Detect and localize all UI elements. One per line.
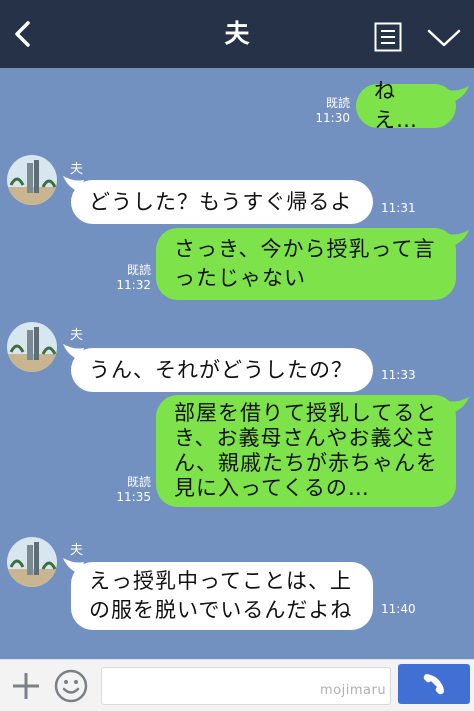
message-bubble[interactable]: えっ授乳中ってことは、上 の服を脱いでいるんだよね [71,562,373,630]
read-receipt: 既読 [325,96,350,110]
call-button[interactable] [398,664,470,704]
message-time: 11:31 [381,201,416,215]
chat-header: 夫 [0,0,474,68]
chat-title: 夫 [224,19,250,48]
sender-name: 夫 [70,162,84,177]
message-bubble[interactable]: 部屋を借りて授乳してると き、お義母さんやお義父さ ん、親戚たちが赤ちゃんを 見… [156,395,456,507]
avatar[interactable] [7,155,57,205]
message-text: さっき、今から授乳って言 ったじゃない [174,237,436,290]
message-bubble[interactable]: ねえ… [356,79,456,132]
read-receipt: 既読 [126,475,151,489]
plus-icon[interactable] [10,670,42,702]
avatar-image [7,322,57,372]
phone-icon [423,674,444,695]
message-bubble[interactable]: さっき、今から授乳って言 ったじゃない [156,228,456,300]
sender-name: 夫 [70,328,84,343]
message-text: どうした？もうすぐ帰るよ [89,189,353,214]
message-text: ねえ… [374,79,418,132]
chevron-down-icon[interactable] [426,26,462,50]
avatar[interactable] [7,537,57,587]
message-meta: 既読 11:32 [101,263,151,293]
menu-list-icon[interactable] [374,22,402,52]
message-bubble[interactable]: うん、それがどうしたの？ [71,348,373,392]
bubble-tail [448,230,469,246]
message-time: 11:40 [381,602,416,616]
avatar[interactable] [7,322,57,372]
bubble-tail [448,86,469,102]
watermark: mojimaru [320,683,387,698]
message-text: うん、それがどうしたの？ [89,357,353,382]
message-time: 11:30 [315,111,350,125]
message-time: 11:35 [116,490,151,504]
sender-name: 夫 [70,543,84,558]
bubble-tail [448,397,469,413]
message-text: 部屋を借りて授乳してると き、お義母さんやお義父さ ん、親戚たちが赤ちゃんを 見… [174,401,438,500]
message-meta: 既読 11:30 [300,96,350,126]
message-time: 11:32 [116,278,151,292]
avatar-image [7,155,57,205]
message-meta: 既読 11:35 [101,475,151,505]
message-text: えっ授乳中ってことは、上 の服を脱いでいるんだよね [89,569,353,622]
smile-icon[interactable] [54,669,88,703]
message-bubble[interactable]: どうした？もうすぐ帰るよ [71,180,373,224]
read-receipt: 既読 [126,263,151,277]
message-time: 11:33 [381,368,416,382]
avatar-image [7,537,57,587]
